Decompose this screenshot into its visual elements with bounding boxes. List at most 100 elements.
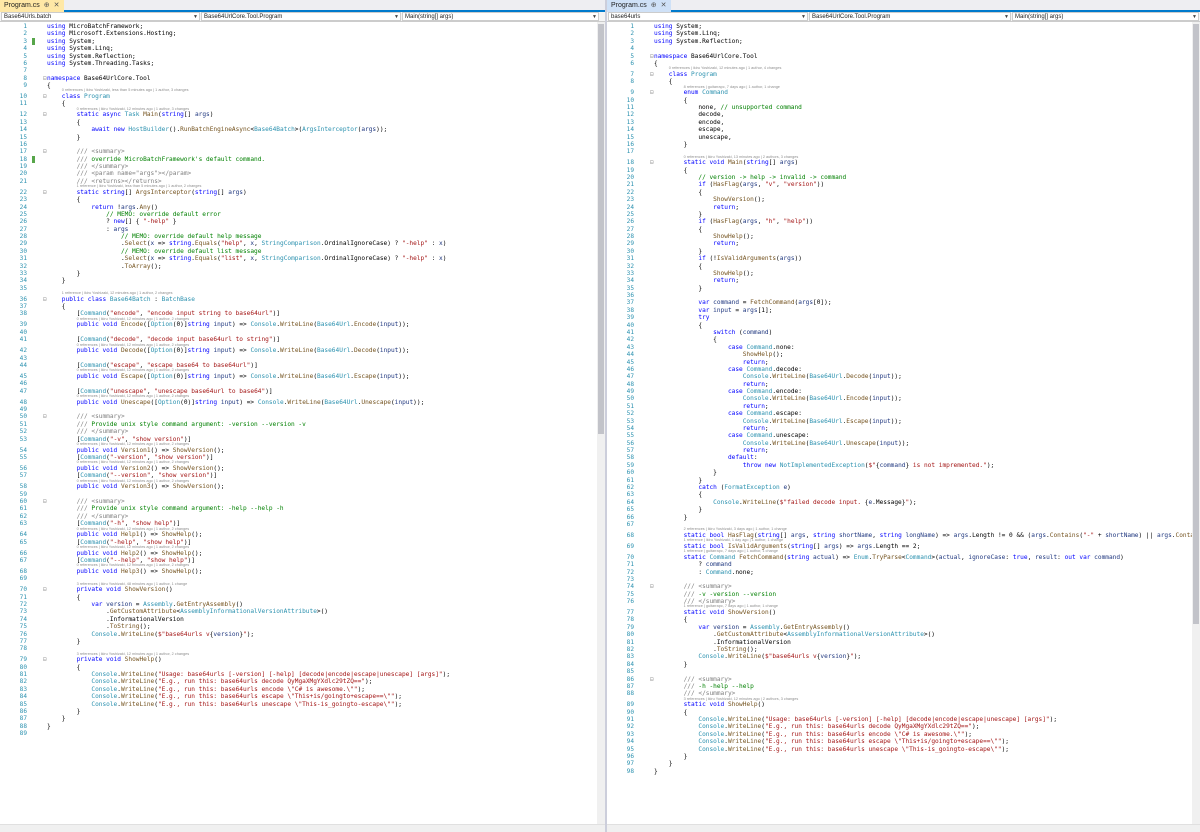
code-line[interactable]: using System.Reflection;: [47, 53, 136, 60]
code-line[interactable]: }: [654, 753, 688, 760]
code-line[interactable]: using Microsoft.Extensions.Hosting;: [47, 30, 176, 37]
code-line[interactable]: {: [654, 709, 688, 716]
code-line[interactable]: using System.Linq;: [654, 30, 721, 37]
code-line[interactable]: static async Task Main(string[] args): [47, 111, 214, 118]
code-line[interactable]: catch (FormatException e): [654, 484, 790, 491]
pin-icon[interactable]: ⊕: [44, 0, 50, 12]
code-line[interactable]: {: [47, 119, 81, 126]
code-line[interactable]: {: [47, 82, 51, 89]
code-line[interactable]: Console.WriteLine("E.g., run this: base6…: [654, 723, 979, 730]
code-line[interactable]: using System;: [654, 23, 702, 30]
code-line[interactable]: }: [47, 638, 81, 645]
code-line[interactable]: .InformationalVersion: [654, 639, 791, 646]
code-line[interactable]: return;: [654, 240, 739, 247]
code-line[interactable]: return;: [654, 447, 769, 454]
code-line[interactable]: }: [654, 469, 717, 476]
code-line[interactable]: : Command.none;: [654, 569, 753, 576]
code-line[interactable]: using MicroBatchFramework;: [47, 23, 143, 30]
code-line[interactable]: ShowHelp();: [654, 270, 754, 277]
code-line[interactable]: .InformationalVersion: [47, 616, 184, 623]
code-line[interactable]: using System.Threading.Tasks;: [47, 60, 154, 67]
code-line[interactable]: private void ShowHelp(): [47, 656, 162, 663]
code-line[interactable]: // MEMO: override default help message: [47, 233, 262, 240]
code-line[interactable]: }: [47, 723, 51, 730]
code-line[interactable]: {: [654, 491, 702, 498]
code-line[interactable]: }: [654, 248, 702, 255]
code-line[interactable]: }: [654, 760, 673, 767]
code-line[interactable]: Console.WriteLine("E.g., run this: base6…: [47, 701, 402, 708]
code-line[interactable]: public void Version1() => ShowVersion();: [47, 447, 225, 454]
code-line[interactable]: return;: [654, 425, 769, 432]
code-line[interactable]: /// <summary>: [47, 498, 125, 505]
code-line[interactable]: .ToString();: [47, 623, 150, 630]
code-line[interactable]: unescape,: [654, 134, 731, 141]
code-line[interactable]: public void Escape([Option(0)]string inp…: [47, 373, 410, 380]
code-line[interactable]: Console.WriteLine(Base64Url.Unescape(inp…: [654, 440, 909, 447]
project-dropdown[interactable]: base64urls ▼: [608, 12, 808, 21]
code-line[interactable]: public void Encode([Option(0)]string inp…: [47, 321, 410, 328]
code-line[interactable]: Console.WriteLine("E.g., run this: base6…: [654, 746, 1009, 753]
code-line[interactable]: namespace Base64UrlCore.Tool: [47, 75, 151, 82]
code-line[interactable]: class Program: [47, 93, 110, 100]
code-line[interactable]: {: [654, 336, 717, 343]
member-dropdown[interactable]: Main(string[] args) ▼: [402, 12, 599, 21]
code-line[interactable]: Console.WriteLine("E.g., run this: base6…: [47, 678, 372, 685]
code-line[interactable]: static void ShowVersion(): [654, 609, 776, 616]
code-line[interactable]: public void Decode([Option(0)]string inp…: [47, 347, 410, 354]
code-line[interactable]: Console.WriteLine(Base64Url.Escape(input…: [654, 418, 902, 425]
code-line[interactable]: Console.WriteLine("E.g., run this: base6…: [47, 693, 402, 700]
tab-program-cs-right[interactable]: Program.cs ⊕ ✕: [607, 0, 671, 12]
code-line[interactable]: /// -h -help --help: [654, 683, 754, 690]
code-line[interactable]: await new HostBuilder().RunBatchEngineAs…: [47, 126, 387, 133]
code-line[interactable]: var input = args[1];: [654, 307, 772, 314]
code-line[interactable]: ShowHelp();: [654, 233, 754, 240]
code-line[interactable]: }: [47, 277, 66, 284]
code-line[interactable]: /// </summary>: [47, 163, 129, 170]
code-line[interactable]: {: [654, 263, 702, 270]
code-line[interactable]: .Select(x => string.Equals("help", x, St…: [47, 240, 446, 247]
code-line[interactable]: return;: [654, 204, 739, 211]
code-line[interactable]: return;: [654, 403, 769, 410]
class-dropdown[interactable]: Base64UrlCore.Tool.Program ▼: [809, 12, 1011, 21]
code-line[interactable]: : args: [47, 226, 128, 233]
code-line[interactable]: .Select(x => string.Equals("list", x, St…: [47, 255, 446, 262]
code-line[interactable]: /// Provide unix style command argument:…: [47, 505, 284, 512]
code-line[interactable]: var version = Assembly.GetEntryAssembly(…: [47, 601, 243, 608]
code-line[interactable]: public void Help1() => ShowHelp();: [47, 531, 203, 538]
code-line[interactable]: Console.WriteLine("E.g., run this: base6…: [654, 738, 1009, 745]
code-line[interactable]: case Command.escape:: [654, 410, 802, 417]
code-line[interactable]: /// <summary>: [654, 676, 732, 683]
code-line[interactable]: // MEMO: override default error: [47, 211, 221, 218]
code-line[interactable]: {: [654, 97, 688, 104]
code-line[interactable]: {: [654, 226, 702, 233]
left-code-editor[interactable]: 1 using MicroBatchFramework; 2 using Micros…: [0, 22, 597, 824]
code-line[interactable]: {: [654, 167, 688, 174]
code-line[interactable]: if (HasFlag(args, "v", "version")): [654, 181, 824, 188]
code-line[interactable]: }: [47, 270, 81, 277]
code-line[interactable]: static void Main(string[] args): [654, 159, 799, 166]
code-line[interactable]: Console.WriteLine($"base64urls v{version…: [47, 631, 254, 638]
code-line[interactable]: }: [47, 715, 66, 722]
code-line[interactable]: using System.Reflection;: [654, 38, 743, 45]
right-code-editor[interactable]: 1 using System; 2 using System.Linq; 3 using …: [607, 22, 1192, 824]
code-line[interactable]: public class Base64Batch : BatchBase: [47, 296, 195, 303]
code-line[interactable]: return;: [654, 277, 739, 284]
code-line[interactable]: /// <param name="args"></param>: [47, 170, 192, 177]
code-line[interactable]: /// -v -version --version: [654, 591, 776, 598]
code-line[interactable]: Console.WriteLine($"base64urls v{version…: [654, 653, 861, 660]
code-line[interactable]: using System.Linq;: [47, 45, 114, 52]
code-line[interactable]: /// <summary>: [654, 583, 732, 590]
code-line[interactable]: public void Unescape([Option(0)]string i…: [47, 399, 425, 406]
member-dropdown[interactable]: Main(string[] args) ▼: [1012, 12, 1199, 21]
code-line[interactable]: case Command.encode:: [654, 388, 802, 395]
code-line[interactable]: throw new NotImplementedException($"{com…: [654, 462, 994, 469]
code-line[interactable]: /// override MicroBatchFramework's defau…: [47, 156, 266, 163]
code-line[interactable]: try: [654, 314, 709, 321]
close-icon[interactable]: ✕: [54, 0, 60, 12]
left-vertical-scrollbar[interactable]: [597, 22, 605, 824]
code-line[interactable]: decode,: [654, 111, 724, 118]
code-line[interactable]: .ToArray();: [47, 263, 162, 270]
code-line[interactable]: static Command FetchCommand(string actua…: [654, 554, 1124, 561]
tab-program-cs-left[interactable]: Program.cs ⊕ ✕: [0, 0, 64, 12]
code-line[interactable]: .GetCustomAttribute<AssemblyInformationa…: [47, 608, 328, 615]
